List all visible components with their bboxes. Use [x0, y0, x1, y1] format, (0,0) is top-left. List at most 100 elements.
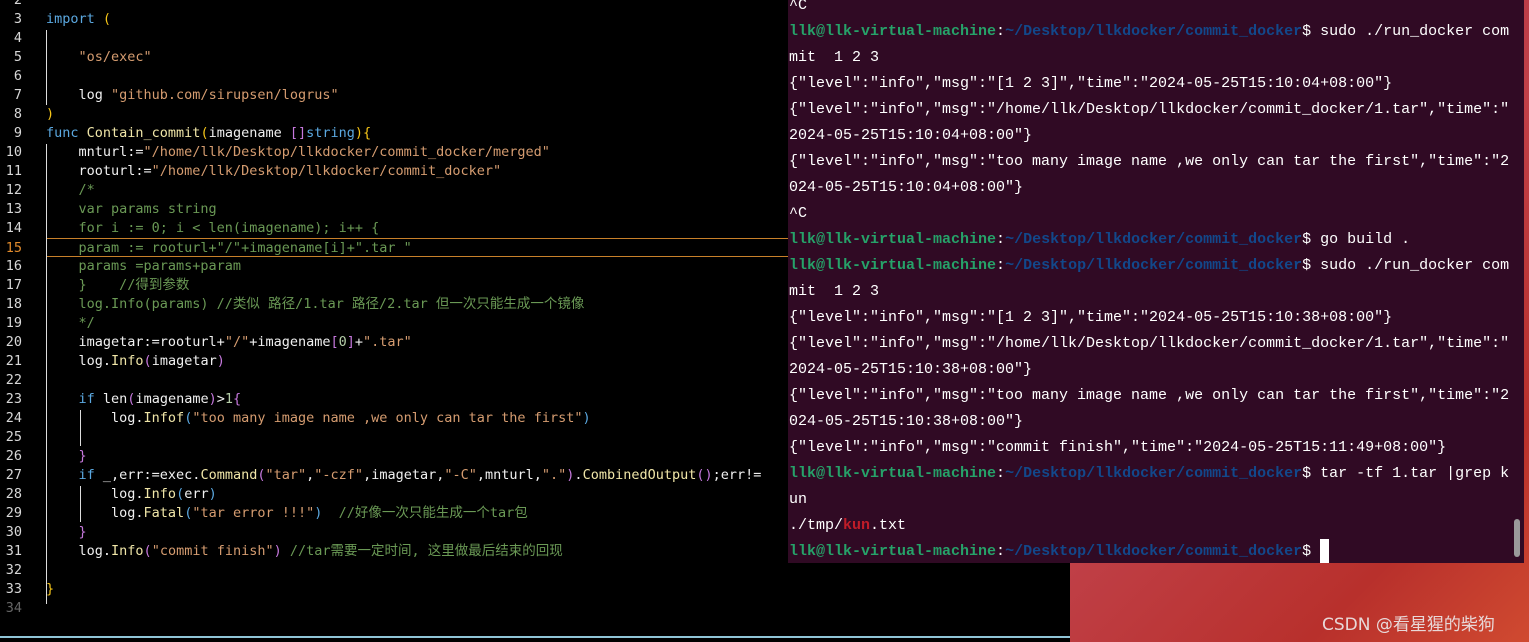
line-number: 20 [5, 334, 22, 350]
code-token: () [696, 467, 713, 483]
code-token: for i := 0; i < len(imagename); i++ { [46, 220, 380, 236]
terminal-line: llk@llk-virtual-machine:~/Desktop/llkdoc… [789, 461, 1509, 487]
code-token: log [46, 87, 112, 103]
code-text: mnturl:="/home/llk/Desktop/llkdocker/com… [46, 143, 550, 162]
line-number: 34 [5, 600, 22, 616]
terminal-text: $ tar -tf 1.tar |grep k [1302, 465, 1510, 482]
line-number: 14 [5, 220, 22, 236]
code-text: if len(imagename)>1{ [46, 390, 242, 409]
code-token: Info [143, 486, 177, 502]
terminal-line: {"level":"info","msg":"too many image na… [789, 383, 1509, 409]
prompt-user: llk@llk-virtual-machine [789, 231, 997, 248]
code-token: [] [289, 125, 307, 141]
code-token: //tar需要一定时间, 这里做最后结束的回现 [281, 543, 563, 559]
terminal-text: {"level":"info","msg":"/home/llk/Desktop… [789, 335, 1510, 352]
code-token: ] [346, 334, 355, 350]
terminal-text: 2024-05-25T15:10:38+08:00"} [789, 361, 1033, 378]
code-token: string [306, 125, 355, 141]
line-number: 24 [5, 410, 22, 426]
terminal-line: llk@llk-virtual-machine:~/Desktop/llkdoc… [789, 253, 1509, 279]
terminal-line: llk@llk-virtual-machine:~/Desktop/llkdoc… [789, 227, 1410, 253]
line-number: 8 [13, 106, 22, 122]
line-number: 13 [5, 201, 22, 217]
terminal-line: ^C [789, 0, 807, 19]
code-token: log. [46, 505, 144, 521]
terminal-line: {"level":"info","msg":"commit finish","t… [789, 435, 1446, 461]
code-token: var params string [46, 201, 217, 217]
code-token: } [46, 448, 87, 464]
code-token: log. [46, 353, 112, 369]
code-token: log. [46, 543, 112, 559]
line-number: 23 [5, 391, 22, 407]
code-text: var params string [46, 200, 217, 219]
code-token: //好像一次只能生成一个tar包 [322, 505, 528, 521]
code-token: ( [257, 467, 266, 483]
code-token: "-C" [444, 467, 477, 483]
code-token: Info [111, 353, 144, 369]
code-token: Fatal [143, 505, 185, 521]
terminal-text: ^C [789, 205, 808, 222]
code-token: ( [200, 125, 209, 141]
code-token: { [233, 391, 242, 407]
terminal-scrollbar[interactable] [1514, 519, 1520, 557]
code-token: if [46, 391, 103, 407]
terminal-text: {"level":"info","msg":"[1 2 3]","time":"… [789, 309, 1393, 326]
code-token: */ [46, 315, 95, 331]
terminal-line: llk@llk-virtual-machine:~/Desktop/llkdoc… [789, 539, 1330, 565]
code-token: ( [143, 353, 152, 369]
code-token: /* [46, 182, 95, 198]
terminal-text: 2024-05-25T15:10:04+08:00"} [789, 127, 1033, 144]
terminal-text: {"level":"info","msg":"[1 2 3]","time":"… [789, 75, 1393, 92]
line-number: 4 [13, 30, 22, 46]
code-token: ) [216, 353, 225, 369]
terminal-text: $ sudo ./run_docker com [1302, 257, 1510, 274]
terminal-text: : [996, 543, 1006, 560]
code-text: rooturl:="/home/llk/Desktop/llkdocker/co… [46, 162, 502, 181]
code-token: import [46, 11, 103, 27]
prompt-path: ~/Desktop/llkdocker/commit_docker [1005, 257, 1303, 274]
code-token: rooturl:= [46, 163, 152, 179]
code-text: params =params+param [46, 257, 242, 276]
code-token: } [46, 524, 87, 540]
prompt-path: ~/Desktop/llkdocker/commit_docker [1005, 465, 1303, 482]
code-token: Info [111, 543, 144, 559]
terminal-line: llk@llk-virtual-machine:~/Desktop/llkdoc… [789, 19, 1509, 45]
line-number: 18 [5, 296, 22, 312]
line-number: 32 [5, 562, 22, 578]
code-token: err [184, 486, 209, 502]
code-token: func [46, 125, 87, 141]
terminal-text: mit 1 2 3 [789, 49, 880, 66]
terminal-text: {"level":"info","msg":"too many image na… [789, 153, 1510, 170]
terminal-text: $ go build . [1302, 231, 1411, 248]
code-token: ,imagetar, [363, 467, 445, 483]
code-token: ){ [354, 125, 372, 141]
code-token: [ [330, 334, 339, 350]
code-token: 0 [338, 334, 347, 350]
code-token: ".tar" [363, 334, 412, 350]
code-token: imagetar [151, 353, 217, 369]
code-text: log "github.com/sirupsen/logrus" [46, 86, 339, 105]
terminal-text: 024-05-25T15:10:38+08:00"} [789, 413, 1024, 430]
code-token: imagename [135, 391, 209, 407]
code-token: Contain_commit [86, 125, 201, 141]
terminal-line: {"level":"info","msg":"too many image na… [789, 149, 1509, 175]
line-number: 2 [13, 0, 22, 8]
code-token: + [354, 334, 364, 350]
terminal-text: : [996, 465, 1006, 482]
line-number: 10 [5, 144, 22, 160]
code-token: CombinedOutput [582, 467, 697, 483]
code-token: } [46, 581, 55, 597]
terminal-line: 2024-05-25T15:10:38+08:00"} [789, 357, 1032, 383]
code-token: ( [102, 11, 112, 27]
indent-guide [80, 486, 81, 522]
code-text: for i := 0; i < len(imagename); i++ { [46, 219, 380, 238]
terminal-text: ^C [789, 0, 808, 14]
code-line[interactable]: 33} [0, 580, 1060, 599]
prompt-path: ~/Desktop/llkdocker/commit_docker [1005, 231, 1303, 248]
code-line[interactable]: 34 [0, 599, 1060, 618]
code-text: } [46, 580, 54, 599]
terminal-text: $ [1302, 543, 1321, 560]
terminal-text: 024-05-25T15:10:04+08:00"} [789, 179, 1024, 196]
terminal-window[interactable]: ^C llk@llk-virtual-machine:~/Desktop/llkd… [788, 0, 1524, 565]
line-number: 21 [5, 353, 22, 369]
